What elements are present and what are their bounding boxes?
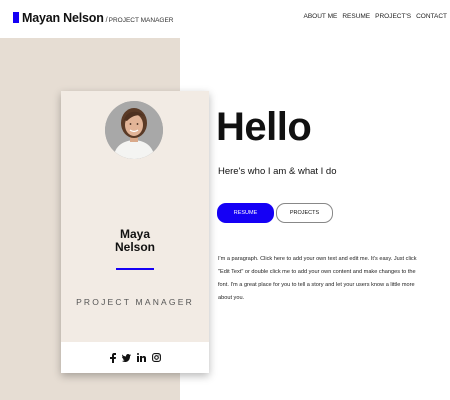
twitter-icon[interactable]	[121, 353, 131, 362]
nav-item-projects[interactable]: PROJECT'S	[375, 13, 411, 20]
instagram-icon[interactable]	[151, 353, 161, 362]
resume-button[interactable]: RESUME	[217, 203, 274, 223]
facebook-icon[interactable]	[109, 352, 116, 363]
logo-mark	[13, 12, 19, 23]
site-role: PROJECT MANAGER	[108, 17, 174, 24]
card-name: Maya Nelson	[61, 228, 209, 254]
avatar-portrait	[105, 101, 163, 159]
hero-greeting: Hello	[216, 105, 312, 149]
avatar	[105, 101, 163, 159]
card-last-name: Nelson	[114, 240, 155, 254]
name-underline	[116, 268, 154, 270]
logo-separator: /	[105, 17, 108, 24]
social-bar	[61, 342, 209, 373]
nav-item-about[interactable]: ABOUT ME	[303, 13, 337, 20]
site-name: Mayan Nelson	[22, 11, 104, 25]
profile-card: Maya Nelson PROJECT MANAGER	[61, 91, 209, 373]
main-nav: ABOUT ME RESUME PROJECT'S CONTACT	[303, 13, 447, 20]
hero-subtitle: Here's who I am & what I do	[218, 166, 337, 177]
intro-paragraph: I'm a paragraph. Click here to add your …	[218, 256, 417, 301]
nav-item-resume[interactable]: RESUME	[342, 13, 370, 20]
site-header: Mayan Nelson / PROJECT MANAGER ABOUT ME …	[0, 0, 450, 38]
projects-button[interactable]: PROJECTS	[276, 203, 333, 223]
card-job-title: PROJECT MANAGER	[76, 297, 194, 307]
linkedin-icon[interactable]	[136, 353, 146, 362]
site-logo[interactable]: Mayan Nelson / PROJECT MANAGER	[13, 11, 174, 25]
nav-item-contact[interactable]: CONTACT	[416, 13, 447, 20]
